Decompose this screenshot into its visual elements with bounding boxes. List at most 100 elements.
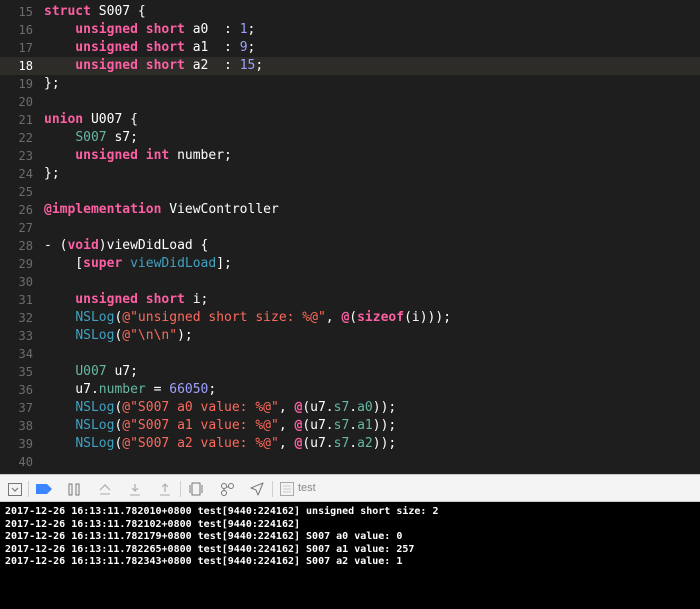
view-hierarchy-icon[interactable]: [188, 481, 204, 497]
hide-debug-area-icon[interactable]: [7, 481, 23, 497]
line-number: 33: [18, 329, 33, 343]
code-line[interactable]: 30: [0, 273, 700, 291]
line-number: 17: [18, 41, 33, 55]
code-token: ));: [372, 418, 397, 433]
code-token: S007 {: [98, 4, 146, 19]
code-token: s7: [333, 400, 350, 415]
code-line[interactable]: 36 u7.number = 66050;: [0, 381, 700, 399]
line-number: 34: [18, 347, 33, 361]
code-line[interactable]: 29 [super viewDidLoad];: [0, 255, 700, 273]
code-text: unsigned short a2 : 15;: [44, 57, 263, 75]
code-text: NSLog(@"\n\n");: [44, 327, 192, 345]
code-token: a0 :: [192, 22, 240, 37]
step-into-icon[interactable]: [127, 481, 143, 497]
code-token: (u7.: [302, 418, 334, 433]
code-line[interactable]: 16 unsigned short a0 : 1;: [0, 21, 700, 39]
code-token: ));: [372, 436, 397, 451]
code-token: @"\n\n": [122, 328, 178, 343]
code-token: @implementation: [44, 202, 170, 217]
step-out-icon[interactable]: [157, 481, 173, 497]
code-line[interactable]: 32 NSLog(@"unsigned short size: %@", @(s…: [0, 309, 700, 327]
code-token: 15: [239, 58, 256, 73]
code-token: 9: [239, 40, 248, 55]
code-text: - (void)viewDidLoad {: [44, 237, 208, 255]
code-line[interactable]: 31 unsigned short i;: [0, 291, 700, 309]
code-line[interactable]: 22 S007 s7;: [0, 129, 700, 147]
code-token: 1: [239, 22, 248, 37]
code-line[interactable]: 24};: [0, 165, 700, 183]
line-number: 23: [18, 149, 33, 163]
code-token: .: [349, 418, 358, 433]
line-number: 35: [18, 365, 33, 379]
line-number: 32: [18, 311, 33, 325]
code-text: u7.number = 66050;: [44, 381, 216, 399]
code-line[interactable]: 26 @implementation ViewController: [0, 201, 700, 219]
code-token: U007 {: [90, 112, 138, 127]
simulate-location-icon[interactable]: [249, 481, 265, 497]
code-line[interactable]: 28 - (void)viewDidLoad {: [0, 237, 700, 255]
code-token: };: [44, 166, 60, 181]
line-number: 31: [18, 293, 33, 307]
code-text: };: [44, 165, 60, 183]
code-text: NSLog(@"S007 a1 value: %@", @(u7.s7.a1))…: [44, 417, 396, 435]
code-token: unsigned int: [44, 148, 178, 163]
code-token: i;: [192, 292, 209, 307]
pause-icon[interactable]: [66, 481, 82, 497]
code-token: void: [67, 238, 99, 253]
code-token: a2: [357, 436, 373, 451]
memory-graph-icon[interactable]: [219, 481, 235, 497]
code-text: unsigned int number;: [44, 147, 232, 165]
line-number: 38: [18, 419, 33, 433]
code-token: S007: [75, 130, 107, 145]
code-line[interactable]: 35 U007 u7;: [0, 363, 700, 381]
code-token: NSLog: [75, 400, 115, 415]
code-token: ,: [278, 418, 295, 433]
code-text: U007 u7;: [44, 363, 138, 381]
code-line[interactable]: 17 unsigned short a1 : 9;: [0, 39, 700, 57]
code-token: 66050: [169, 382, 209, 397]
code-token: .: [349, 436, 358, 451]
code-token: NSLog: [75, 436, 115, 451]
code-line[interactable]: 34: [0, 345, 700, 363]
code-line[interactable]: 39 NSLog(@"S007 a2 value: %@", @(u7.s7.a…: [0, 435, 700, 453]
code-line[interactable]: 20: [0, 93, 700, 111]
step-over-icon[interactable]: [97, 481, 113, 497]
code-line[interactable]: 18 unsigned short a2 : 15;: [0, 57, 700, 75]
code-line[interactable]: 19};: [0, 75, 700, 93]
breakpoints-toggle-icon[interactable]: [36, 481, 52, 497]
code-token: u7;: [106, 364, 138, 379]
code-token: a0: [357, 400, 373, 415]
code-line[interactable]: 27: [0, 219, 700, 237]
code-token: @"S007 a1 value: %@": [122, 418, 279, 433]
console-output[interactable]: 2017-12-26 16:13:11.782010+0800 test[944…: [0, 502, 700, 609]
code-line[interactable]: 21 union U007 {: [0, 111, 700, 129]
code-token: ,: [278, 400, 295, 415]
code-line[interactable]: 33 NSLog(@"\n\n");: [0, 327, 700, 345]
code-text: union U007 {: [44, 111, 138, 129]
code-token: s7: [333, 418, 350, 433]
code-line[interactable]: 37 NSLog(@"S007 a0 value: %@", @(u7.s7.a…: [0, 399, 700, 417]
line-number: 18: [18, 59, 33, 73]
line-number: 36: [18, 383, 33, 397]
code-text: @implementation ViewController: [44, 201, 279, 219]
code-line[interactable]: 38 NSLog(@"S007 a1 value: %@", @(u7.s7.a…: [0, 417, 700, 435]
code-token: NSLog: [75, 310, 115, 325]
code-line[interactable]: 25: [0, 183, 700, 201]
process-icon[interactable]: [279, 481, 295, 497]
source-editor[interactable]: 15 struct S007 {16 unsigned short a0 : 1;…: [0, 0, 700, 474]
code-token: (i)));: [404, 310, 452, 325]
process-label[interactable]: test: [298, 482, 316, 494]
code-token: @"S007 a0 value: %@": [122, 400, 279, 415]
code-line[interactable]: 15 struct S007 {: [0, 3, 700, 21]
line-number: 29: [18, 257, 33, 271]
console-line: 2017-12-26 16:13:11.782010+0800 test[944…: [5, 506, 439, 517]
code-line[interactable]: 23 unsigned int number;: [0, 147, 700, 165]
code-token: ));: [372, 400, 397, 415]
code-line[interactable]: 40: [0, 453, 700, 471]
code-token: NSLog: [75, 328, 115, 343]
